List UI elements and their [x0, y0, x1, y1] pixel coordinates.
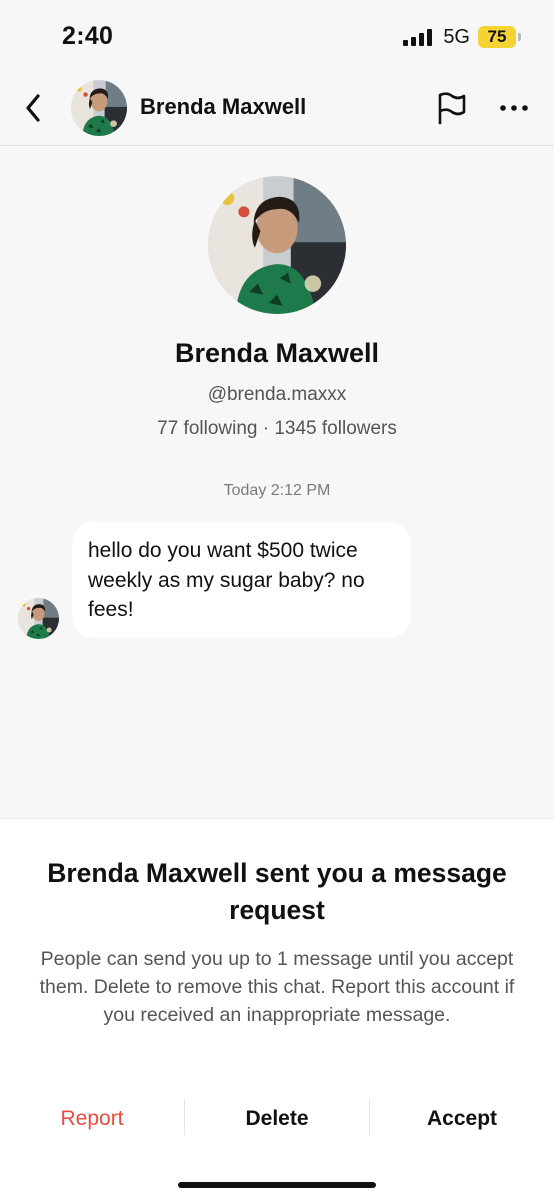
profile-stats: 77 following · 1345 followers — [157, 418, 397, 439]
battery-level: 75 — [487, 27, 507, 46]
flag-icon — [438, 92, 466, 125]
profile-avatar[interactable] — [208, 176, 346, 314]
battery-icon: 75 — [478, 26, 521, 48]
message-bubble[interactable]: hello do you want $500 twice weekly as m… — [72, 522, 411, 638]
delete-button[interactable]: Delete — [185, 1097, 369, 1141]
header-avatar[interactable] — [71, 80, 127, 136]
request-description: People can send you up to 1 message unti… — [39, 948, 515, 1026]
request-actions: Report Delete Accept — [0, 1097, 554, 1141]
network-type: 5G — [443, 25, 470, 48]
chevron-left-icon — [26, 94, 40, 122]
profile-name: Brenda Maxwell — [174, 338, 380, 368]
status-bar: 2:40 5G 75 — [0, 0, 554, 70]
accept-button[interactable]: Accept — [370, 1097, 554, 1141]
nav-bar: Brenda Maxwell — [0, 70, 554, 146]
profile-handle: @brenda.maxxx — [207, 384, 347, 405]
message-timestamp: Today 2:12 PM — [223, 482, 331, 499]
report-flag-button[interactable] — [434, 90, 468, 126]
message-request-panel: Brenda Maxwell sent you a message reques… — [0, 818, 554, 1200]
request-title: Brenda Maxwell sent you a message reques… — [47, 858, 507, 925]
more-options-button[interactable] — [496, 90, 532, 126]
more-horizontal-icon — [500, 105, 528, 111]
message-sender-avatar[interactable] — [18, 598, 59, 639]
status-time: 2:40 — [62, 22, 114, 50]
signal-icon — [403, 28, 433, 46]
header-name[interactable]: Brenda Maxwell — [140, 94, 306, 120]
report-button[interactable]: Report — [0, 1097, 184, 1141]
back-button[interactable] — [18, 88, 50, 128]
home-indicator[interactable] — [178, 1182, 376, 1188]
status-indicators: 5G 75 — [403, 24, 521, 50]
